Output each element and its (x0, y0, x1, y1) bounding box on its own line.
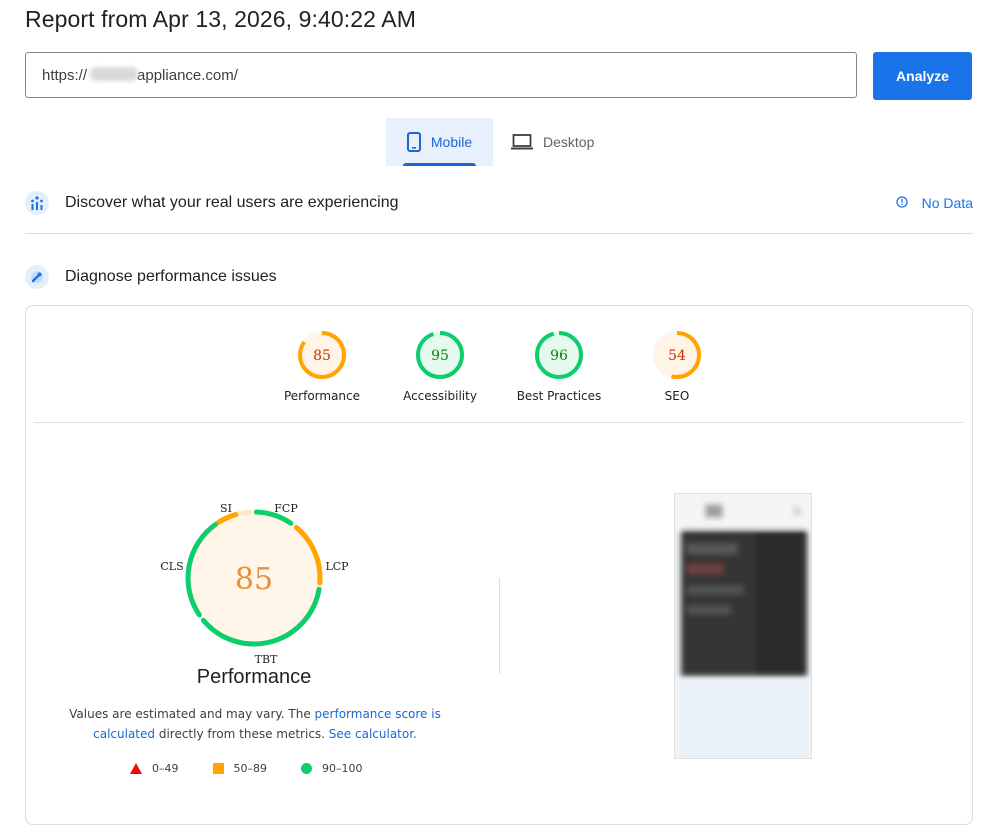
score-value: 96 (550, 348, 568, 364)
metric-label-fcp[interactable]: FCP (274, 502, 298, 515)
legend-fail: 0–49 (130, 762, 179, 775)
category-name: SEO (664, 389, 690, 403)
score-ring: 54 (653, 331, 701, 379)
tab-mobile-label: Mobile (430, 134, 473, 150)
blurred-page-preview (675, 494, 811, 758)
metric-label-tbt[interactable]: TBT (255, 653, 278, 666)
no-data-label: No Data (921, 195, 973, 211)
redacted-domain (90, 67, 138, 81)
score-ring: 85 (298, 331, 346, 379)
triangle-icon (130, 763, 142, 774)
category-name: Performance (283, 389, 361, 403)
circle-icon (301, 763, 312, 774)
vertical-divider (499, 578, 500, 674)
laptop-icon (511, 134, 533, 150)
legend-average-range: 50–89 (233, 762, 268, 775)
report-title: Report from Apr 13, 2026, 9:40:22 AM (25, 6, 416, 32)
legend-average: 50–89 (212, 762, 268, 775)
note-text-start: Values are estimated and may vary. The (69, 707, 315, 721)
category-gauge-best-practices[interactable]: 96 Best Practices (509, 330, 609, 403)
metric-label-si[interactable]: SI (220, 502, 232, 515)
see-calculator-link[interactable]: See calculator. (329, 727, 417, 741)
estimate-note: Values are estimated and may vary. The p… (60, 704, 450, 744)
performance-metrics-gauge: 85 SI FCP LCP TBT CLS (160, 502, 349, 666)
legend-pass-range: 90–100 (322, 762, 363, 775)
info-icon (895, 195, 908, 211)
users-chart-icon (25, 191, 49, 215)
performance-heading: Performance (196, 666, 312, 688)
legend-fail-range: 0–49 (152, 762, 179, 775)
score-value: 54 (668, 348, 686, 364)
lab-data-section: Diagnose performance issues (25, 262, 973, 292)
tab-desktop[interactable]: Desktop (493, 118, 612, 166)
device-tabs: Mobile Desktop (386, 118, 612, 166)
tab-desktop-label: Desktop (543, 134, 595, 150)
score-ring: 96 (535, 331, 583, 379)
section-divider (25, 233, 973, 234)
no-data-indicator[interactable]: No Data (895, 195, 973, 211)
tab-mobile[interactable]: Mobile (386, 118, 493, 166)
score-value: 85 (313, 348, 331, 364)
smartphone-icon (406, 132, 421, 152)
metric-label-lcp[interactable]: LCP (325, 560, 349, 573)
category-gauge-performance[interactable]: 85 Performance (272, 330, 372, 403)
card-divider (34, 422, 964, 423)
category-gauge-accessibility[interactable]: 95 Accessibility (390, 330, 490, 403)
category-name: Accessibility (403, 389, 477, 403)
field-data-title: Discover what your real users are experi… (65, 194, 399, 211)
category-gauge-seo[interactable]: 54 SEO (627, 330, 727, 403)
note-text-mid: directly from these metrics. (155, 727, 329, 741)
metric-label-cls[interactable]: CLS (160, 560, 183, 573)
field-data-section[interactable]: Discover what your real users are experi… (25, 188, 973, 218)
square-icon (212, 763, 224, 774)
score-legend: 0–49 50–89 90–100 (130, 762, 363, 775)
diagnose-icon (25, 265, 49, 289)
category-name: Best Practices (516, 389, 602, 403)
lab-data-title: Diagnose performance issues (65, 268, 277, 285)
score-value: 95 (431, 348, 449, 364)
performance-score: 85 (235, 562, 273, 597)
analyze-button[interactable]: Analyze (873, 52, 972, 100)
page-screenshot-thumbnail[interactable] (674, 493, 812, 759)
legend-pass: 90–100 (301, 762, 363, 775)
score-ring: 95 (416, 331, 464, 379)
url-input[interactable] (25, 52, 857, 98)
